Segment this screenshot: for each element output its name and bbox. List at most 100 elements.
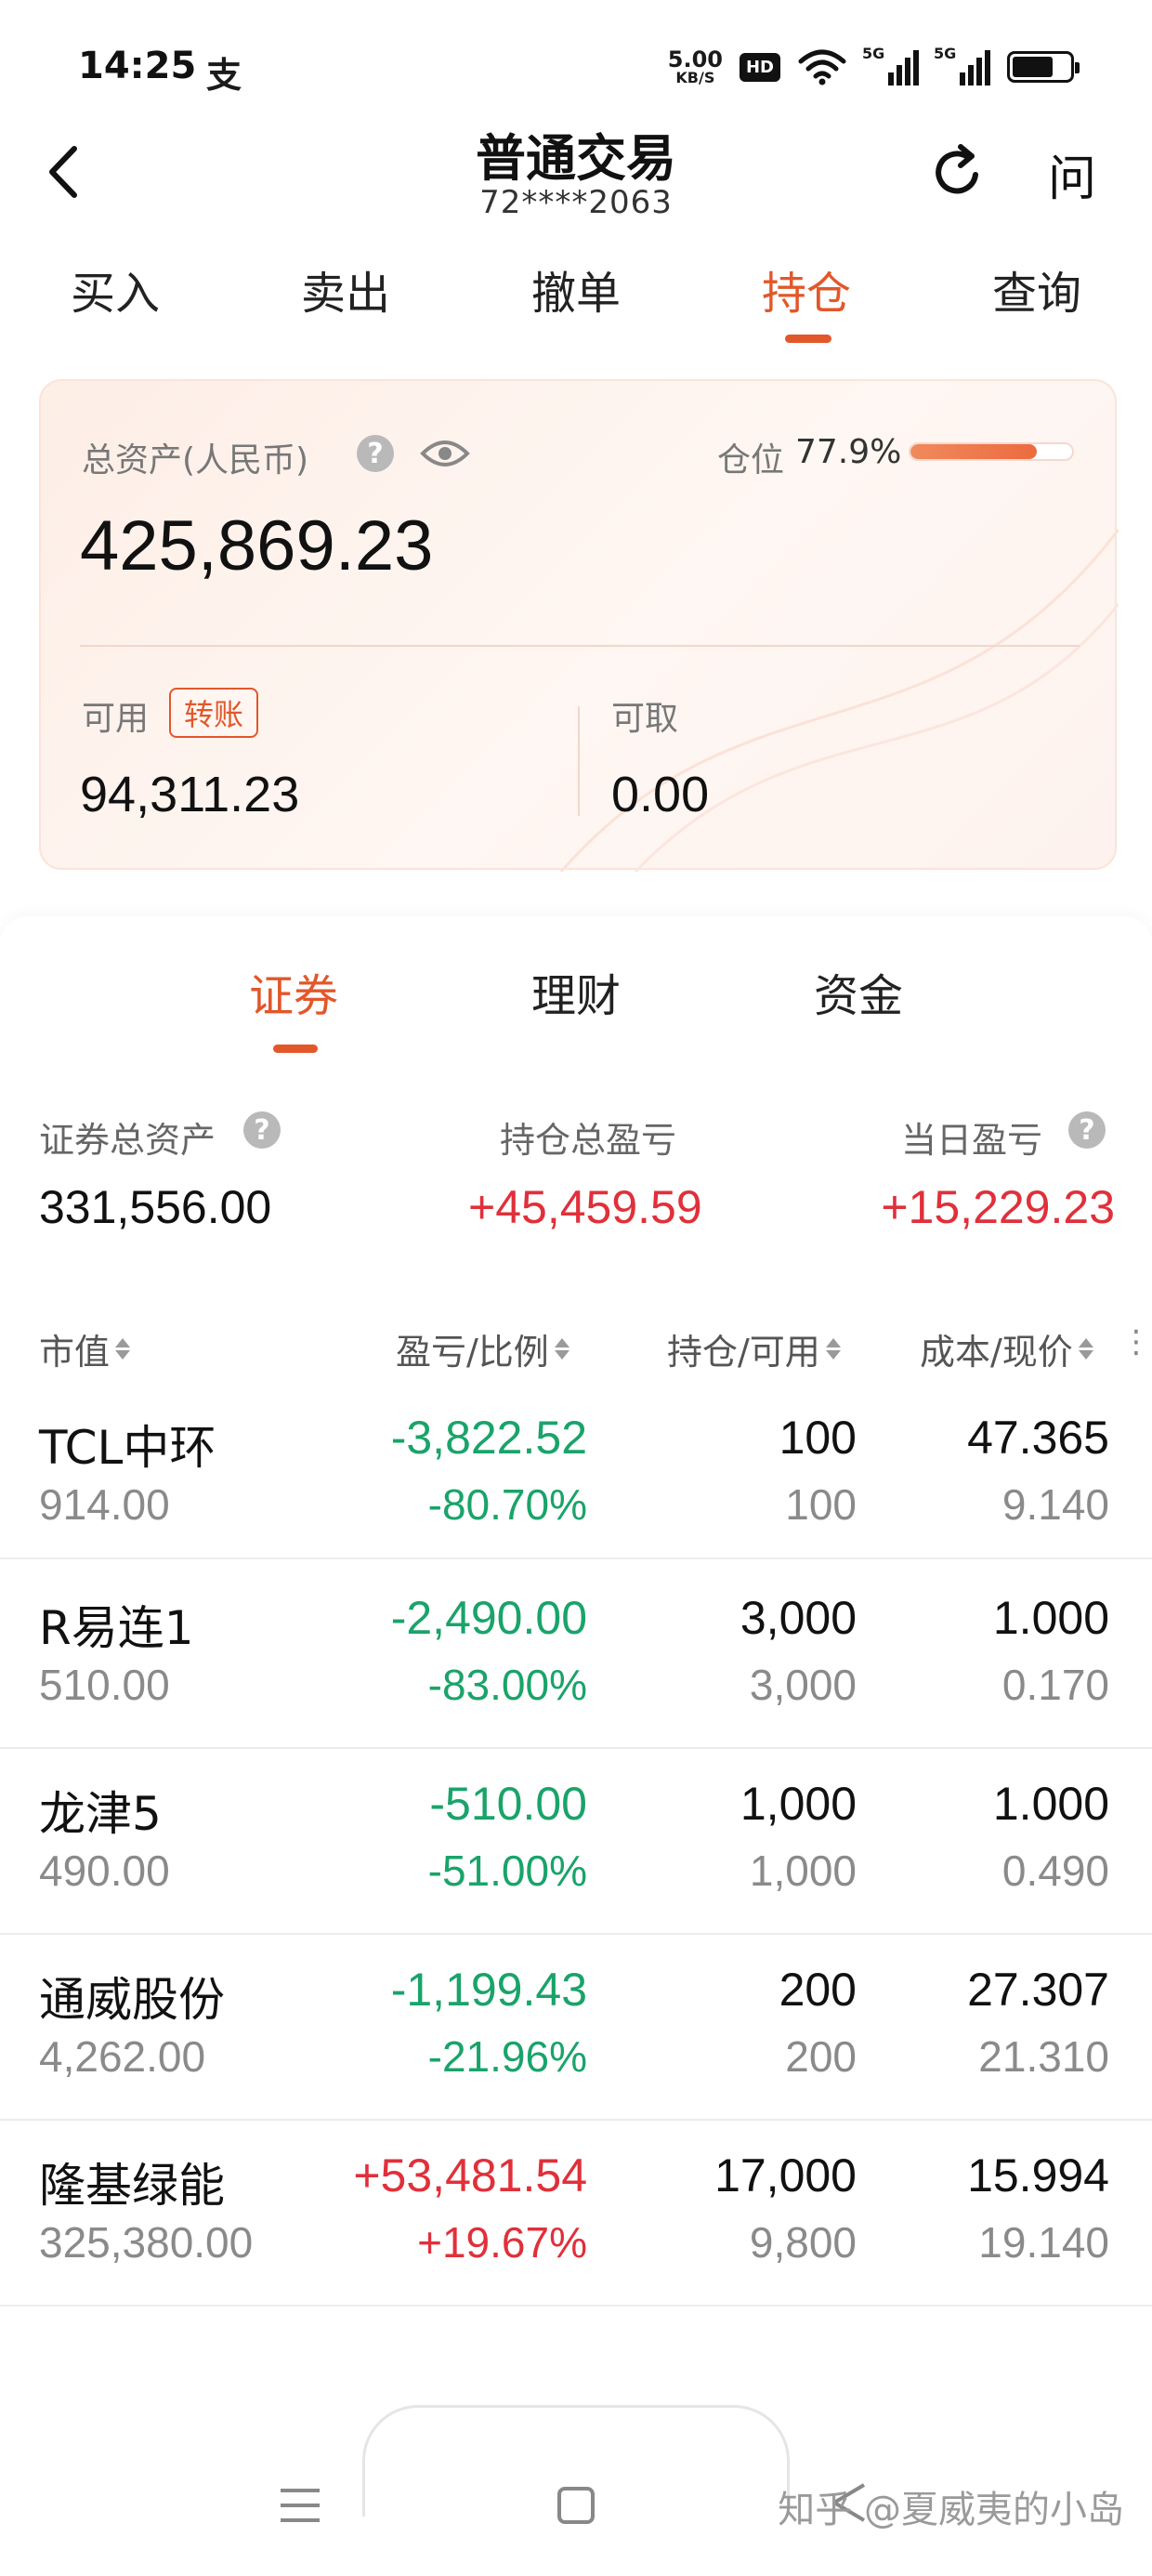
tab-cancel-order[interactable]: 撤单 xyxy=(531,256,621,322)
alipay-notification-icon: 支 xyxy=(206,55,242,96)
withdrawable-value: 0.00 xyxy=(611,767,710,822)
securities-total-label: 证券总资产 xyxy=(39,1120,216,1161)
current-price: 21.310 xyxy=(978,2032,1109,2081)
holding-qty: 3,000 xyxy=(740,1592,857,1644)
available-qty: 200 xyxy=(785,2032,857,2081)
market-value: 510.00 xyxy=(39,1661,170,1709)
holding-qty: 200 xyxy=(779,1964,857,2016)
transfer-button[interactable]: 转账 xyxy=(169,688,259,738)
subtab-securities[interactable]: 证券 xyxy=(249,959,338,1024)
current-price: 19.140 xyxy=(978,2218,1109,2267)
ask-button[interactable]: 问 xyxy=(1048,139,1096,209)
net-speed-unit: KB/S xyxy=(675,69,715,86)
stock-name: R易连1 xyxy=(39,1601,194,1655)
daily-pnl-value: +15,229.23 xyxy=(881,1181,1115,1233)
top-tabs: 买入 卖出 撤单 持仓 查询 xyxy=(0,256,1152,349)
menu-nav-icon[interactable] xyxy=(279,2485,321,2526)
col-holding-available-label: 持仓/可用 xyxy=(667,1332,820,1373)
holding-pnl-value: +45,459.59 xyxy=(468,1181,702,1233)
cost-price: 1.000 xyxy=(992,1592,1109,1644)
holding-qty: 100 xyxy=(779,1412,857,1464)
available-qty: 100 xyxy=(785,1480,857,1529)
total-assets-value: 425,869.23 xyxy=(80,506,434,585)
signal-icon-1: 5G xyxy=(862,45,919,85)
help-icon[interactable]: ? xyxy=(357,435,394,472)
tab-sell[interactable]: 卖出 xyxy=(301,256,390,322)
battery-icon xyxy=(1007,51,1080,83)
net-speed: 5.00 KB/S xyxy=(668,48,723,85)
card-divider xyxy=(80,645,1080,647)
securities-total-value: 331,556.00 xyxy=(39,1181,272,1233)
signal-label-1: 5G xyxy=(862,45,885,62)
pnl-value: -510.00 xyxy=(429,1778,587,1830)
securities-help-icon[interactable]: ? xyxy=(243,1111,281,1149)
wifi-icon xyxy=(798,49,846,85)
daily-pnl-label: 当日盈亏 xyxy=(901,1120,1043,1161)
col-market-value-label: 市值 xyxy=(39,1332,111,1373)
stock-name: 通威股份 xyxy=(39,1973,225,2027)
pnl-ratio: +19.67% xyxy=(417,2218,587,2267)
holding-pnl-label: 持仓总盈亏 xyxy=(500,1120,677,1161)
cost-price: 27.307 xyxy=(967,1964,1109,2016)
tab-buy[interactable]: 买入 xyxy=(71,256,160,322)
cost-price: 15.994 xyxy=(967,2149,1109,2201)
sort-icon xyxy=(825,1338,841,1360)
eye-icon[interactable] xyxy=(420,435,470,472)
col-pnl-ratio-label: 盈亏/比例 xyxy=(396,1332,549,1373)
signal-label-2: 5G xyxy=(934,45,957,62)
available-qty: 9,800 xyxy=(749,2218,857,2267)
holding-qty: 1,000 xyxy=(740,1778,857,1830)
total-assets-label: 总资产(人民币) xyxy=(82,441,309,480)
pnl-ratio: -80.70% xyxy=(427,1480,587,1529)
subtab-funds[interactable]: 资金 xyxy=(814,959,903,1024)
net-speed-value: 5.00 xyxy=(667,46,723,72)
current-price: 9.140 xyxy=(1001,1480,1109,1529)
card-vertical-divider xyxy=(578,706,580,816)
asset-card: 总资产(人民币) ? 仓位 77.9% 425,869.23 可用 转账 94,… xyxy=(39,379,1119,872)
more-columns-icon[interactable]: ⋮ xyxy=(1120,1323,1152,1360)
market-value: 4,262.00 xyxy=(39,2032,206,2081)
tab-holdings[interactable]: 持仓 xyxy=(762,256,851,322)
hd-icon: HD xyxy=(739,52,780,82)
daily-pnl-help-icon[interactable]: ? xyxy=(1068,1111,1106,1149)
holding-qty: 17,000 xyxy=(714,2149,857,2201)
app-screen: 14:25 支 5.00 KB/S HD 5G 5G 普通交易 72****20… xyxy=(0,0,1152,2576)
holding-row[interactable]: 龙津5 490.00 -510.00 -51.00% 1,000 1,000 1.000 0.… xyxy=(0,1753,1152,1935)
status-time: 14:25 xyxy=(78,45,197,87)
col-holding-available[interactable]: 持仓/可用 xyxy=(667,1323,841,1374)
pnl-value: +53,481.54 xyxy=(353,2149,587,2201)
pnl-value: -1,199.43 xyxy=(390,1964,587,2016)
col-market-value[interactable]: 市值 xyxy=(39,1323,131,1374)
stock-name: 隆基绿能 xyxy=(39,2159,225,2213)
refresh-icon[interactable] xyxy=(929,141,988,201)
current-price: 0.170 xyxy=(1001,1661,1109,1709)
holding-row[interactable]: 隆基绿能 325,380.00 +53,481.54 +19.67% 17,000 9,8… xyxy=(0,2124,1152,2307)
active-subtab-indicator xyxy=(273,1045,318,1053)
position-bar-fill xyxy=(910,444,1037,459)
current-price: 0.490 xyxy=(1001,1847,1109,1895)
market-value: 914.00 xyxy=(39,1480,170,1529)
holding-row[interactable]: 通威股份 4,262.00 -1,199.43 -21.96% 200 200 27.307… xyxy=(0,1939,1152,2121)
watermark: 知乎 @夏威夷的小岛 xyxy=(778,2489,1124,2531)
pnl-ratio: -83.00% xyxy=(427,1661,587,1709)
status-icons: 5.00 KB/S HD 5G 5G xyxy=(668,45,1080,89)
stock-name: 龙津5 xyxy=(39,1787,162,1841)
col-pnl-ratio[interactable]: 盈亏/比例 xyxy=(396,1323,569,1374)
pnl-value: -3,822.52 xyxy=(390,1412,587,1464)
stock-name: TCL中环 xyxy=(39,1421,216,1475)
cost-price: 1.000 xyxy=(992,1778,1109,1830)
tab-query[interactable]: 查询 xyxy=(992,256,1081,322)
available-label: 可用 xyxy=(82,700,150,738)
holding-row[interactable]: TCL中环 914.00 -3,822.52 -80.70% 100 100 47.365 9… xyxy=(0,1388,1152,1559)
col-cost-price[interactable]: 成本/现价 xyxy=(920,1323,1093,1374)
position-value: 77.9% xyxy=(795,433,902,471)
holding-row[interactable]: R易连1 510.00 -2,490.00 -83.00% 3,000 3,000 1.00… xyxy=(0,1567,1152,1749)
subtab-wealth[interactable]: 理财 xyxy=(531,959,621,1024)
pnl-ratio: -51.00% xyxy=(427,1847,587,1895)
signal-icon-2: 5G xyxy=(934,45,990,85)
sort-icon xyxy=(554,1338,569,1360)
withdrawable-label: 可取 xyxy=(611,700,679,738)
available-value: 94,311.23 xyxy=(80,767,300,822)
home-nav-icon[interactable] xyxy=(556,2485,596,2526)
sort-icon xyxy=(1078,1338,1093,1360)
